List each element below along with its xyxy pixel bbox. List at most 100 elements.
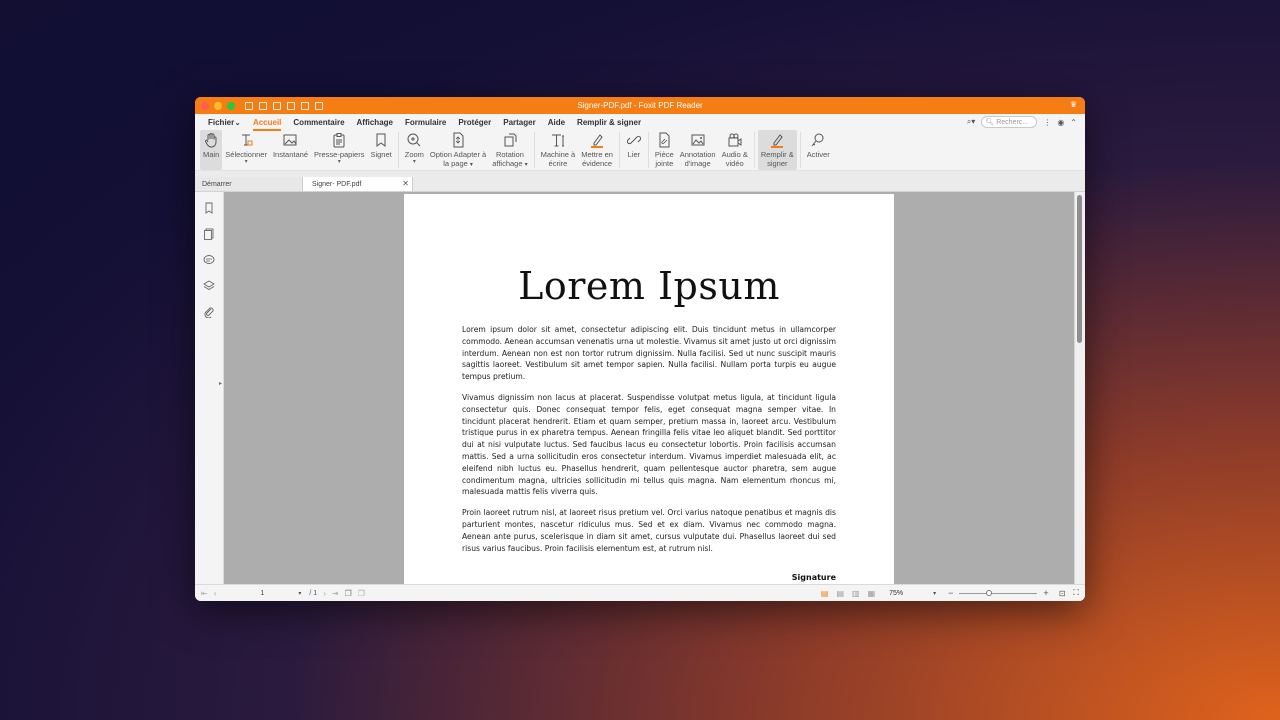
zoom-level[interactable]: 75% (889, 590, 903, 597)
audio-video-icon (727, 132, 743, 148)
fit-view-icon[interactable]: ⊡ (1059, 589, 1066, 598)
ribbon-separator (533, 132, 535, 168)
maximize-window-button[interactable] (227, 101, 235, 110)
zoom-in-icon[interactable]: + (1043, 588, 1048, 598)
page-dropdown-icon[interactable]: ▾ (298, 590, 301, 597)
previous-view-icon[interactable]: ❐ (345, 589, 352, 598)
fit-page-icon (450, 132, 466, 148)
menu-formulaire[interactable]: Formulaire (405, 118, 446, 127)
page-number-input[interactable]: 1 (230, 590, 294, 597)
fit-page-button[interactable]: Option Adapter à la page ▾ (427, 130, 489, 170)
menu-remplir-signer[interactable]: Remplir & signer (577, 118, 641, 127)
last-page-icon[interactable]: ⇥ (332, 589, 339, 598)
hand-icon (203, 132, 219, 148)
zoom-dropdown-icon[interactable]: ▾ (933, 590, 936, 597)
zoom-slider-handle[interactable] (986, 589, 993, 596)
attachment-button[interactable]: Pièce jointe (652, 130, 677, 170)
clipboard-button[interactable]: Presse-papiers ▾ (311, 130, 367, 170)
pdf-page: Lorem Ipsum Lorem ipsum dolor sit amet, … (404, 194, 894, 584)
menu-aide[interactable]: Aide (548, 118, 565, 127)
next-view-icon[interactable]: ❐ (358, 589, 365, 598)
tab-demarrer[interactable]: Démarrer (195, 177, 303, 191)
tab-signer-pdf[interactable]: Signer- PDF.pdf ✕ (303, 177, 413, 191)
single-page-view-icon[interactable]: ▤ (821, 589, 829, 598)
chevron-down-icon[interactable]: ▾ (525, 162, 528, 168)
ribbon-toolbar: Main Sélectionner ▾ Instantané Presse-pa… (195, 130, 1085, 171)
share-icon[interactable] (287, 101, 295, 110)
clipboard-icon (331, 132, 347, 148)
quick-access-toolbar (245, 101, 323, 110)
app-window: Signer-PDF.pdf - Foxit PDF Reader ♛ Fich… (195, 97, 1085, 601)
feature-search-icon[interactable]: ⌕▾ (967, 117, 976, 127)
fill-sign-icon (769, 132, 785, 148)
vertical-scrollbar[interactable] (1074, 192, 1085, 584)
save-icon[interactable] (259, 101, 267, 110)
document-paragraph: Vivamus dignissim non lacus at placerat.… (462, 392, 836, 497)
link-button[interactable]: Lier (623, 130, 645, 170)
search-placeholder: Recherc... (996, 118, 1029, 126)
image-annotation-button[interactable]: Annotation d'image (677, 130, 719, 170)
activate-button[interactable]: Activer (804, 130, 833, 170)
bookmark-button[interactable]: Signet (367, 130, 394, 170)
chevron-down-icon[interactable]: ▾ (470, 162, 473, 168)
minimize-window-button[interactable] (214, 101, 222, 110)
snapshot-button[interactable]: Instantané (270, 130, 311, 170)
hand-tool-button[interactable]: Main (200, 130, 223, 170)
snapshot-icon (282, 132, 298, 148)
document-viewer[interactable]: Lorem Ipsum Lorem ipsum dolor sit amet, … (224, 192, 1074, 584)
menu-commentaire[interactable]: Commentaire (293, 118, 344, 127)
scrollbar-thumb[interactable] (1077, 195, 1082, 343)
fill-sign-button[interactable]: Remplir & signer (757, 130, 797, 170)
rotate-view-button[interactable]: Rotation affichage ▾ (489, 130, 530, 170)
signature-label: Signature (791, 573, 836, 582)
facing-view-icon[interactable]: ▥ (852, 589, 860, 598)
first-page-icon[interactable]: ⇤ (201, 589, 208, 598)
highlight-button[interactable]: Mettre en évidence (578, 130, 616, 170)
collapse-ribbon-icon[interactable]: ⌃ (1070, 118, 1077, 127)
close-window-button[interactable] (201, 101, 209, 110)
zoom-button[interactable]: Zoom ▾ (402, 130, 427, 170)
continuous-view-icon[interactable]: ▤ (836, 589, 844, 598)
expand-panel-icon[interactable]: ▸ (219, 380, 222, 387)
more-options-icon[interactable]: ⋮ (1043, 118, 1051, 127)
menu-affichage[interactable]: Affichage (357, 118, 393, 127)
menu-accueil[interactable]: Accueil (252, 118, 282, 131)
menu-proteger[interactable]: Protéger (458, 118, 491, 127)
zoom-out-icon[interactable]: − (948, 588, 953, 598)
workspace: ▸ Lorem Ipsum Lorem ipsum dolor sit amet… (195, 192, 1085, 584)
previous-page-icon[interactable]: ‹ (214, 589, 217, 598)
chevron-down-icon[interactable]: ▾ (338, 159, 341, 165)
search-input[interactable]: 🔍︎ Recherc... (981, 116, 1038, 128)
layers-panel-icon[interactable] (203, 279, 215, 291)
fullscreen-icon[interactable]: ⛶ (1073, 588, 1079, 598)
continuous-facing-view-icon[interactable]: ▦ (868, 589, 876, 598)
audio-video-button[interactable]: Audio & vidéo (719, 130, 751, 170)
ribbon-separator (799, 132, 801, 168)
chevron-down-icon[interactable]: ▾ (245, 159, 248, 165)
rotate-icon (502, 132, 518, 148)
account-icon[interactable]: ◉ (1057, 118, 1064, 127)
pages-panel-icon[interactable] (203, 227, 215, 240)
close-tab-icon[interactable]: ✕ (402, 179, 409, 188)
zoom-slider[interactable] (959, 589, 1038, 596)
search-icon: 🔍︎ (985, 119, 995, 126)
ribbon-separator (397, 132, 399, 168)
window-controls (201, 101, 235, 110)
image-annotation-icon (690, 132, 706, 148)
menu-partager[interactable]: Partager (503, 118, 535, 127)
ribbon-separator (647, 132, 649, 168)
chevron-down-icon[interactable]: ▾ (413, 159, 416, 165)
undo-icon[interactable] (301, 101, 309, 110)
crown-icon[interactable]: ♛ (1070, 101, 1079, 109)
bookmarks-panel-icon[interactable] (203, 201, 215, 214)
open-icon[interactable] (245, 101, 253, 110)
redo-icon[interactable] (315, 101, 323, 110)
comments-panel-icon[interactable] (203, 253, 215, 265)
activate-icon (810, 132, 826, 148)
menu-fichier[interactable]: Fichier⌄ (208, 118, 241, 127)
select-tool-button[interactable]: Sélectionner ▾ (222, 130, 270, 170)
next-page-icon[interactable]: › (323, 589, 326, 598)
attachments-panel-icon[interactable] (203, 305, 215, 319)
print-icon[interactable] (273, 101, 281, 110)
typewriter-button[interactable]: Machine à écrire (538, 130, 579, 170)
